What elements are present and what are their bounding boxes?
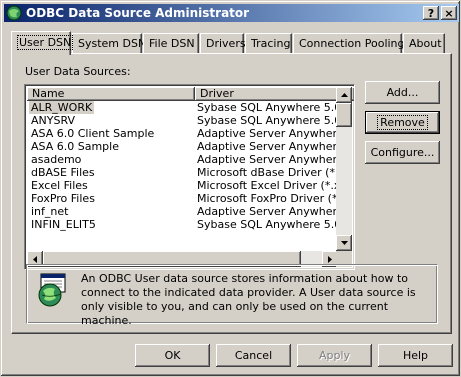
- column-header-name[interactable]: Name: [27, 87, 195, 101]
- item-driver: Microsoft dBase Driver (*.dbf): [197, 166, 338, 179]
- list-item[interactable]: ASA 6.0 Client Sample Adaptive Server Any…: [27, 127, 338, 140]
- item-name: dBASE Files: [31, 166, 95, 179]
- item-driver: Microsoft Excel Driver (*.xls): [197, 179, 338, 192]
- add-button-label: Add...: [386, 86, 419, 99]
- vertical-scroll-thumb[interactable]: [336, 103, 352, 127]
- left-arrow-icon: [33, 255, 37, 263]
- tab-tracing[interactable]: Tracing: [245, 33, 292, 53]
- up-arrow-icon: [340, 93, 348, 97]
- configure-button[interactable]: Configure...: [365, 141, 440, 164]
- tab-system-dsn[interactable]: System DSN: [72, 33, 146, 53]
- item-name: Excel Files: [31, 179, 88, 192]
- tab-user-dsn[interactable]: User DSN: [11, 31, 74, 55]
- remove-button[interactable]: Remove: [365, 111, 440, 134]
- down-arrow-icon: [340, 241, 348, 245]
- info-description: An ODBC User data source stores informat…: [81, 272, 416, 327]
- list-rows: ALR_WORK Sybase SQL Anywhere 5.0 ANYSRV Sy…: [27, 101, 338, 251]
- data-sources-listview[interactable]: Name Driver ALR_WORK Sybase SQL Anywhere …: [24, 84, 355, 270]
- list-item[interactable]: asademo Adaptive Server Anywhere 6.0: [27, 153, 338, 166]
- user-data-sources-label: User Data Sources:: [25, 65, 131, 78]
- item-driver: Adaptive Server Anywhere 6.0: [197, 205, 338, 218]
- list-item[interactable]: FoxPro Files Microsoft FoxPro Driver (*.d…: [27, 192, 338, 205]
- help-button-label: Help: [402, 349, 429, 362]
- cancel-button-label: Cancel: [234, 349, 273, 362]
- item-driver: Adaptive Server Anywhere 6.0: [197, 140, 338, 153]
- tab-file-dsn[interactable]: File DSN: [143, 33, 199, 53]
- configure-button-label: Configure...: [370, 146, 435, 159]
- item-name: INFIN_ELIT5: [31, 218, 96, 231]
- help-title-button[interactable]: ?: [423, 6, 439, 20]
- item-driver: Sybase SQL Anywhere 5.0: [197, 101, 338, 114]
- item-name: asademo: [31, 153, 82, 166]
- tab-about[interactable]: About: [403, 33, 445, 53]
- odbc-admin-window: ODBC Data Source Administrator ? × User …: [0, 0, 461, 377]
- item-driver: Adaptive Server Anywhere 6.0: [197, 127, 338, 140]
- apply-button[interactable]: Apply: [297, 344, 372, 367]
- item-name: ASA 6.0 Client Sample: [31, 127, 155, 140]
- close-button[interactable]: ×: [441, 6, 457, 20]
- item-driver: Sybase SQL Anywhere 5.0: [197, 218, 338, 231]
- tab-drivers[interactable]: Drivers: [200, 33, 246, 53]
- tab-user-dsn-label: User DSN: [17, 35, 74, 50]
- scroll-down-button[interactable]: [336, 235, 352, 251]
- scroll-up-button[interactable]: [336, 87, 352, 103]
- item-name: ANYSRV: [31, 114, 76, 127]
- vertical-scrollbar[interactable]: [336, 87, 352, 251]
- list-item[interactable]: inf_net Adaptive Server Anywhere 6.0: [27, 205, 338, 218]
- list-item[interactable]: ALR_WORK Sybase SQL Anywhere 5.0: [27, 101, 338, 114]
- list-item[interactable]: INFIN_ELIT5 Sybase SQL Anywhere 5.0: [27, 218, 338, 231]
- cancel-button[interactable]: Cancel: [216, 344, 291, 367]
- item-name: ASA 6.0 Sample: [31, 140, 119, 153]
- ok-button-label: OK: [164, 349, 181, 362]
- tab-connection-pooling[interactable]: Connection Pooling: [293, 33, 405, 53]
- item-driver: Sybase SQL Anywhere 5.0: [197, 114, 338, 127]
- item-name: ALR_WORK: [29, 101, 95, 114]
- column-header-driver[interactable]: Driver: [195, 87, 354, 101]
- remove-button-label: Remove: [377, 115, 428, 130]
- odbc-globe-icon: [35, 273, 69, 307]
- item-driver: Adaptive Server Anywhere 6.0: [197, 153, 338, 166]
- odbc-app-icon: [6, 5, 22, 21]
- title-bar[interactable]: ODBC Data Source Administrator ? ×: [4, 4, 459, 22]
- help-button[interactable]: Help: [378, 344, 453, 367]
- right-arrow-icon: [328, 255, 332, 263]
- list-item[interactable]: Excel Files Microsoft Excel Driver (*.xls…: [27, 179, 338, 192]
- item-name: FoxPro Files: [31, 192, 95, 205]
- list-item[interactable]: ANYSRV Sybase SQL Anywhere 5.0: [27, 114, 338, 127]
- add-button[interactable]: Add...: [365, 81, 440, 104]
- list-header: Name Driver: [27, 87, 354, 101]
- apply-button-label: Apply: [318, 349, 351, 362]
- window-title: ODBC Data Source Administrator: [26, 6, 250, 20]
- item-name: inf_net: [31, 205, 69, 218]
- info-groupbox: An ODBC User data source stores informat…: [26, 264, 438, 327]
- list-item[interactable]: ASA 6.0 Sample Adaptive Server Anywhere 6…: [27, 140, 338, 153]
- list-item[interactable]: dBASE Files Microsoft dBase Driver (*.dbf…: [27, 166, 338, 179]
- item-driver: Microsoft FoxPro Driver (*.dbf): [197, 192, 338, 205]
- ok-button[interactable]: OK: [135, 344, 210, 367]
- user-dsn-panel: User Data Sources: Name Driver ALR_WORK S…: [11, 53, 452, 334]
